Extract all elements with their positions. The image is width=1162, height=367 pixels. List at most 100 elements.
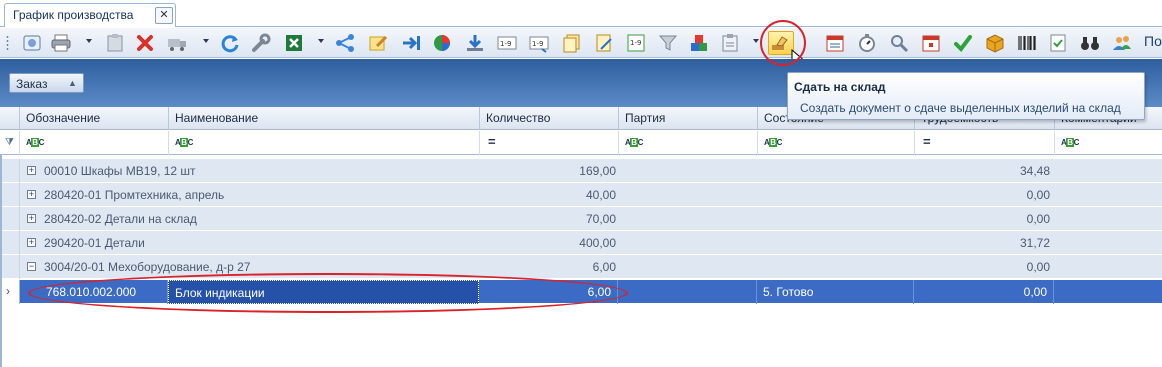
binoculars-icon[interactable] bbox=[1079, 32, 1101, 54]
cell-labor[interactable]: 0,00 bbox=[914, 280, 1054, 304]
row-indicator[interactable] bbox=[0, 255, 20, 279]
text-filter-icon[interactable]: ABC bbox=[175, 138, 193, 147]
cell-batch[interactable] bbox=[618, 280, 757, 304]
group-labor: 34,48 bbox=[1019, 164, 1050, 178]
text-filter-icon[interactable]: ABC bbox=[1061, 138, 1079, 147]
group-labor: 0,00 bbox=[1026, 188, 1050, 202]
table-row-selected[interactable]: › 768.010.002.000 Блок индикации 6,00 5.… bbox=[0, 280, 1162, 304]
column-header-batch[interactable]: Партия bbox=[618, 107, 757, 130]
filter-comment[interactable]: ABC bbox=[1054, 131, 1162, 155]
delete-icon[interactable] bbox=[134, 32, 156, 54]
collapse-icon[interactable]: − bbox=[27, 262, 36, 271]
column-header-quantity[interactable]: Количество bbox=[479, 107, 618, 130]
group-title: 00010 Шкафы МВ19, 12 шт bbox=[44, 164, 196, 178]
group-row[interactable]: + 280420-02 Детали на склад 70,00 0,00 bbox=[0, 207, 1162, 231]
grid-empty-area bbox=[0, 304, 1162, 367]
cell-quantity[interactable]: 6,00 bbox=[479, 280, 618, 304]
documents-icon[interactable] bbox=[561, 32, 583, 54]
filter-icon[interactable] bbox=[657, 32, 679, 54]
filter-icon[interactable]: ⧩ bbox=[5, 137, 14, 148]
filter-designation[interactable]: ABC bbox=[19, 131, 168, 155]
group-labor: 0,00 bbox=[1026, 212, 1050, 226]
text-filter-icon[interactable]: ABC bbox=[764, 138, 782, 147]
share-icon[interactable] bbox=[334, 32, 356, 54]
column-header-designation[interactable]: Обозначение bbox=[19, 107, 168, 130]
filter-state[interactable]: ABC bbox=[757, 131, 914, 155]
row-indicator[interactable]: › bbox=[0, 280, 20, 304]
group-quantity: 400,00 bbox=[579, 236, 616, 250]
wrench-icon[interactable] bbox=[250, 32, 272, 54]
text-filter-icon[interactable]: ABC bbox=[26, 138, 44, 147]
calendar-icon[interactable] bbox=[824, 32, 846, 54]
excel-menu-arrow[interactable] bbox=[318, 39, 324, 43]
search-icon[interactable] bbox=[888, 32, 910, 54]
text-filter-icon[interactable]: ABC bbox=[625, 138, 643, 147]
sort-ascending-icon[interactable]: ▲ bbox=[68, 78, 77, 88]
row-indicator[interactable] bbox=[0, 231, 20, 255]
filter-labor[interactable]: = bbox=[914, 131, 1054, 155]
cell-state[interactable]: 5. Готово bbox=[757, 280, 914, 304]
download-icon[interactable] bbox=[464, 32, 486, 54]
pie-chart-icon[interactable] bbox=[431, 32, 453, 54]
number-1-9-alt-icon[interactable]: 1-9 bbox=[528, 32, 550, 54]
filter-quantity[interactable]: = bbox=[479, 131, 618, 155]
group-quantity: 70,00 bbox=[585, 212, 616, 226]
number-list-icon[interactable]: 1-9 bbox=[625, 32, 647, 54]
group-row[interactable]: + 280420-01 Промтехника, апрель 40,00 0,… bbox=[0, 183, 1162, 207]
equals-filter-icon[interactable]: = bbox=[488, 135, 496, 148]
toolbar-grip[interactable] bbox=[6, 35, 9, 51]
stopwatch-icon[interactable] bbox=[856, 32, 878, 54]
tab-title: График производства bbox=[13, 8, 134, 22]
cell-designation[interactable]: 768.010.002.000 bbox=[40, 280, 168, 304]
group-row[interactable]: + 290420-01 Детали 400,00 31,72 bbox=[0, 231, 1162, 255]
svg-text:1-9: 1-9 bbox=[630, 39, 641, 47]
filter-name[interactable]: ABC bbox=[168, 131, 479, 155]
excel-icon[interactable] bbox=[283, 32, 305, 54]
document-check-icon[interactable] bbox=[1047, 32, 1069, 54]
document-tabstrip: График производства ✕ bbox=[0, 0, 1162, 27]
clipboard-check-icon[interactable] bbox=[719, 32, 741, 54]
printer-menu-arrow[interactable] bbox=[86, 39, 92, 43]
barcode-icon[interactable] bbox=[1016, 32, 1038, 54]
group-quantity: 169,00 bbox=[579, 164, 616, 178]
number-1-9-icon[interactable]: 1-9 bbox=[496, 32, 518, 54]
printer-icon[interactable] bbox=[50, 32, 72, 54]
calendar-settings-icon[interactable] bbox=[21, 32, 43, 54]
clipboard-icon[interactable] bbox=[104, 32, 126, 54]
filter-batch[interactable]: ABC bbox=[618, 131, 757, 155]
blocks-icon[interactable] bbox=[688, 32, 710, 54]
clipboard-menu-arrow[interactable] bbox=[753, 39, 759, 43]
tooltip-title: Сдать на склад bbox=[794, 80, 886, 94]
truck-icon[interactable] bbox=[166, 32, 188, 54]
column-header-name[interactable]: Наименование bbox=[168, 107, 479, 130]
note-edit-icon[interactable] bbox=[367, 32, 389, 54]
arrow-right-icon[interactable] bbox=[400, 32, 422, 54]
group-title: 280420-01 Промтехника, апрель bbox=[44, 188, 225, 202]
users-icon[interactable] bbox=[1111, 32, 1133, 54]
truck-menu-arrow[interactable] bbox=[203, 39, 209, 43]
close-icon[interactable]: ✕ bbox=[155, 7, 173, 24]
group-row-expanded[interactable]: − 3004/20-01 Мехоборудование, д-р 27 6,0… bbox=[0, 255, 1162, 279]
main-toolbar: 1-9 1-9 1-9 bbox=[0, 28, 1162, 83]
checkmark-icon[interactable] bbox=[952, 32, 974, 54]
row-indicator[interactable] bbox=[0, 159, 20, 183]
refresh-icon[interactable] bbox=[219, 32, 241, 54]
toolbar-overflow[interactable]: По bbox=[1144, 33, 1162, 49]
group-row[interactable]: + 00010 Шкафы МВ19, 12 шт 169,00 34,48 bbox=[0, 159, 1162, 183]
expand-icon[interactable]: + bbox=[27, 190, 36, 199]
cell-name[interactable]: Блок индикации bbox=[168, 280, 479, 304]
row-indicator[interactable] bbox=[0, 207, 20, 231]
group-labor: 0,00 bbox=[1026, 260, 1050, 274]
expand-icon[interactable]: + bbox=[27, 166, 36, 175]
document-pen-icon[interactable] bbox=[593, 32, 615, 54]
expand-icon[interactable]: + bbox=[27, 238, 36, 247]
row-indicator[interactable] bbox=[0, 183, 20, 207]
calendar-red-icon[interactable] bbox=[920, 32, 942, 54]
package-icon[interactable] bbox=[984, 32, 1006, 54]
expand-icon[interactable]: + bbox=[27, 214, 36, 223]
equals-filter-icon[interactable]: = bbox=[923, 135, 931, 148]
cell-comment[interactable] bbox=[1054, 280, 1162, 304]
tab-production-schedule[interactable]: График производства ✕ bbox=[4, 3, 176, 27]
group-chip-label: Заказ bbox=[16, 77, 48, 91]
group-chip-order[interactable]: Заказ ▲ bbox=[9, 73, 84, 93]
